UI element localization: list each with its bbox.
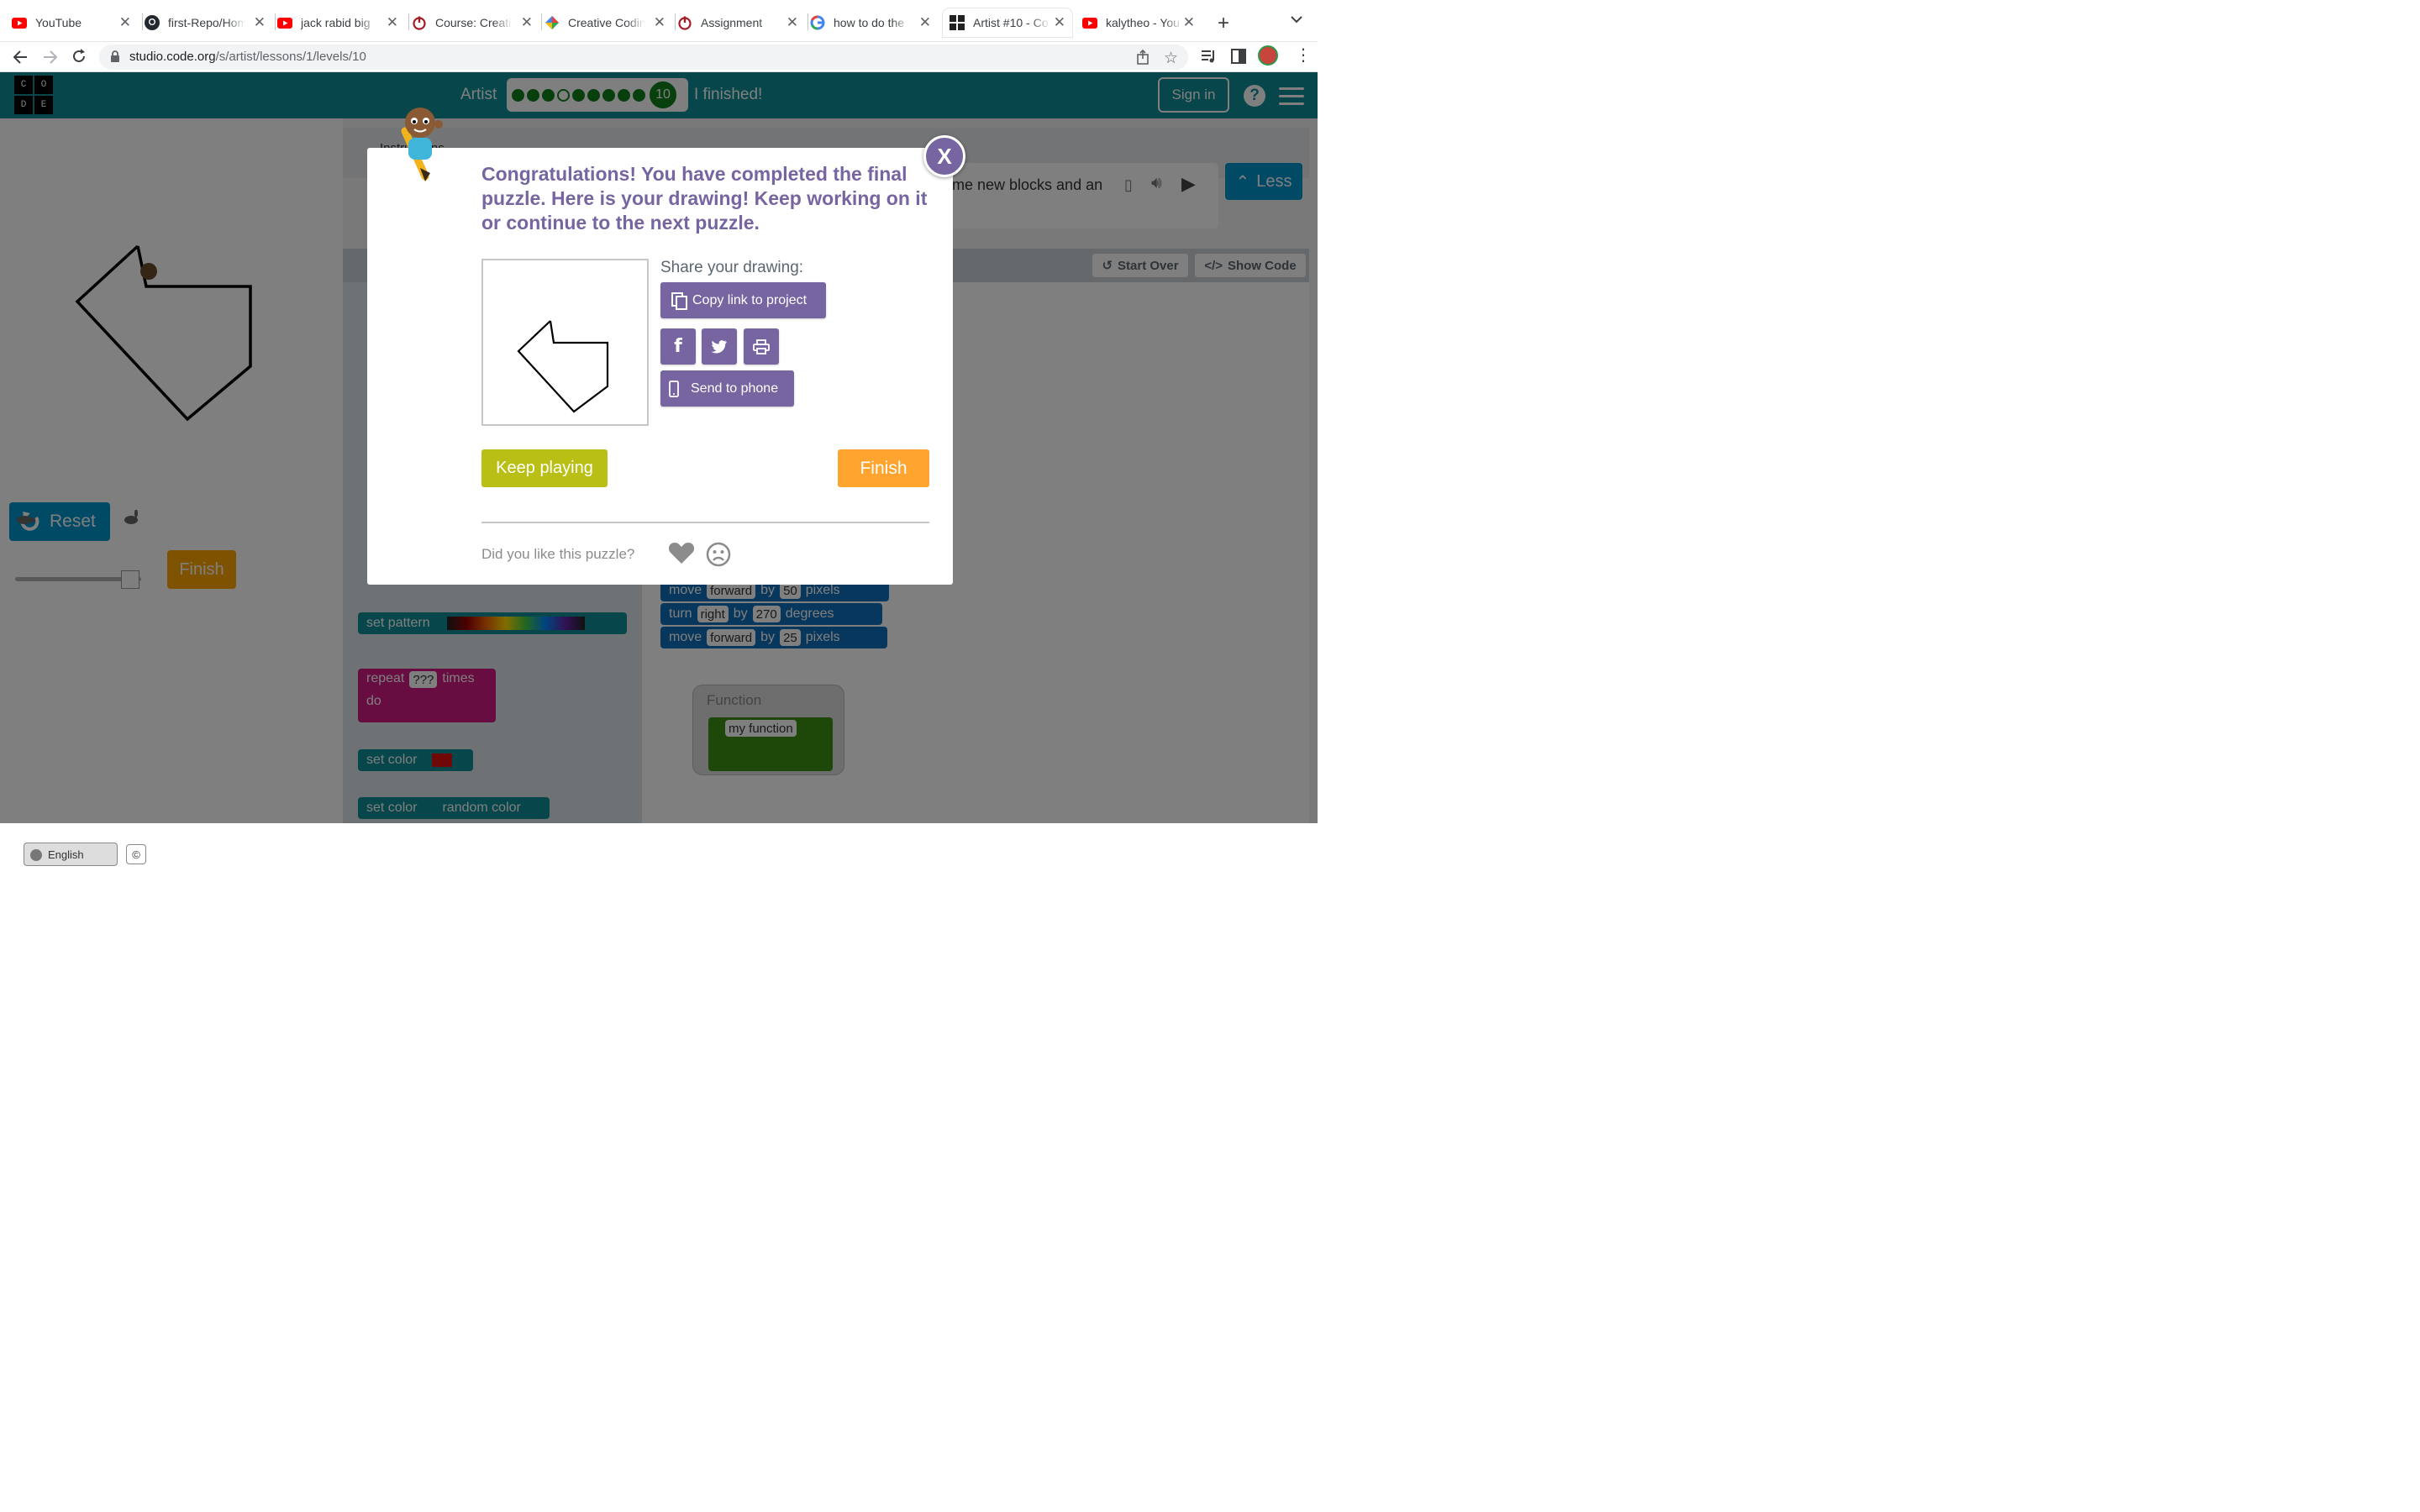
- google-icon: [810, 15, 825, 30]
- tab-separator: [408, 13, 409, 30]
- new-tab-icon[interactable]: +: [1218, 12, 1229, 35]
- close-dialog-button[interactable]: X: [923, 135, 965, 177]
- share-icon[interactable]: [1136, 49, 1150, 69]
- forward-icon[interactable]: [41, 48, 60, 71]
- close-tab-icon[interactable]: ✕: [786, 14, 798, 31]
- url-path: /s/artist/lessons/1/levels/10: [215, 50, 366, 64]
- share-label: Share your drawing:: [660, 259, 804, 276]
- send-to-phone-button[interactable]: Send to phone: [660, 370, 794, 407]
- frown-dislike-icon[interactable]: [706, 542, 731, 571]
- close-tab-icon[interactable]: ✕: [119, 14, 131, 31]
- browser-tab[interactable]: Course: Creati ✕: [412, 8, 539, 37]
- url-host: studio.code.org: [129, 50, 216, 64]
- browser-tab-bar: YouTube ✕ first-Repo/Hom ✕ jack rabid bi…: [0, 0, 1318, 42]
- tab-title: Assignment: [701, 16, 763, 29]
- dialog-divider: [481, 522, 929, 523]
- browser-tab[interactable]: YouTube ✕: [12, 8, 138, 37]
- reload-icon[interactable]: [70, 47, 88, 70]
- github-icon: [145, 15, 160, 30]
- send-to-phone-label: Send to phone: [691, 381, 779, 396]
- copy-link-button[interactable]: Copy link to project: [660, 282, 826, 318]
- browser-tab-active[interactable]: Artist #10 - Co ✕: [943, 8, 1072, 37]
- tab-title: jack rabid big: [301, 16, 371, 29]
- tab-title: Course: Creati: [435, 16, 512, 29]
- drawing-thumbnail: [481, 259, 649, 426]
- browser-tab[interactable]: kalytheo - You ✕: [1077, 8, 1202, 37]
- youtube-icon: [12, 15, 27, 30]
- congratulations-dialog: Congratulations! You have completed the …: [367, 148, 953, 585]
- drawing-preview: [517, 320, 609, 413]
- finish-button[interactable]: Finish: [838, 449, 929, 487]
- close-tab-icon[interactable]: ✕: [521, 14, 533, 31]
- bookmark-star-icon[interactable]: ☆: [1164, 49, 1178, 68]
- browser-tab[interactable]: jack rabid big ✕: [277, 8, 405, 37]
- facebook-icon: f: [674, 336, 682, 357]
- tab-title: YouTube: [35, 16, 82, 29]
- close-tab-icon[interactable]: ✕: [654, 14, 666, 31]
- power-icon: [677, 15, 692, 30]
- tab-title: kalytheo - You: [1106, 16, 1180, 29]
- tab-separator: [142, 13, 143, 30]
- close-tab-icon[interactable]: ✕: [1183, 14, 1195, 31]
- omnibox[interactable]: studio.code.org/s/artist/lessons/1/level…: [99, 45, 1188, 70]
- gem-icon: [544, 15, 560, 30]
- browser-menu-icon[interactable]: ⋮: [1295, 47, 1312, 64]
- facebook-share-button[interactable]: f: [660, 328, 696, 365]
- browser-tab[interactable]: Creative Codin ✕: [544, 8, 672, 37]
- tab-title: Artist #10 - Co: [973, 16, 1049, 29]
- twitter-share-button[interactable]: [702, 328, 737, 365]
- tab-title: Creative Codin: [568, 16, 645, 29]
- close-tab-icon[interactable]: ✕: [1054, 14, 1065, 31]
- dialog-title: Congratulations! You have completed the …: [481, 163, 928, 234]
- print-icon: [753, 339, 770, 354]
- twitter-icon: [711, 340, 727, 354]
- lock-icon[interactable]: [110, 50, 120, 67]
- globe-icon: [30, 849, 42, 861]
- youtube-icon: [1082, 15, 1097, 30]
- tab-title: first-Repo/Hom: [168, 16, 245, 29]
- print-button[interactable]: [744, 328, 779, 365]
- feedback-question: Did you like this puzzle?: [481, 546, 635, 562]
- media-queue-icon[interactable]: [1201, 49, 1218, 68]
- youtube-icon: [277, 15, 292, 30]
- browser-tab[interactable]: first-Repo/Hom ✕: [145, 8, 272, 37]
- code-org-icon: [950, 15, 965, 30]
- tab-search-chevron-icon[interactable]: [1290, 13, 1303, 29]
- tab-separator: [675, 13, 676, 30]
- close-tab-icon[interactable]: ✕: [919, 14, 931, 31]
- back-icon[interactable]: [11, 48, 29, 71]
- phone-icon: [669, 380, 679, 397]
- artist-avatar-icon: [387, 99, 454, 183]
- keep-playing-button[interactable]: Keep playing: [481, 449, 608, 487]
- heart-like-icon[interactable]: [668, 541, 695, 569]
- profile-avatar[interactable]: [1258, 45, 1278, 66]
- url-text[interactable]: studio.code.org/s/artist/lessons/1/level…: [129, 50, 366, 64]
- close-tab-icon[interactable]: ✕: [387, 14, 398, 31]
- power-icon: [412, 15, 427, 30]
- copy-icon: [671, 291, 687, 310]
- address-bar-row: studio.code.org/s/artist/lessons/1/level…: [0, 42, 1318, 72]
- copyright-button[interactable]: ©: [126, 844, 146, 864]
- close-tab-icon[interactable]: ✕: [254, 14, 266, 31]
- browser-tab[interactable]: Assignment ✕: [677, 8, 805, 37]
- side-panel-icon[interactable]: [1231, 49, 1246, 68]
- browser-tab[interactable]: how to do the ✕: [810, 8, 938, 37]
- copy-link-label: Copy link to project: [692, 292, 808, 307]
- tab-separator: [541, 13, 542, 30]
- tab-separator: [275, 13, 276, 30]
- tab-title: how to do the: [834, 16, 905, 29]
